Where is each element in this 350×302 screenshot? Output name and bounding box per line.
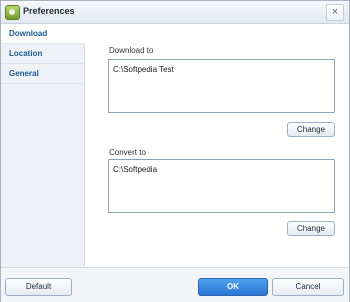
sidebar: Download Location General <box>1 24 85 267</box>
download-path-field[interactable]: C:\Softpedia Test <box>108 59 335 113</box>
download-change-button[interactable]: Change <box>287 122 335 137</box>
title-bar: Preferences × <box>1 1 349 24</box>
sidebar-item-label: Download <box>9 29 48 38</box>
app-icon <box>5 5 20 20</box>
convert-path-field[interactable]: C:\Softpedia <box>108 159 335 213</box>
sidebar-item-location[interactable]: Location <box>1 44 84 64</box>
ok-button[interactable]: OK <box>198 278 268 296</box>
convert-change-button[interactable]: Change <box>287 221 335 236</box>
close-button[interactable]: × <box>326 4 344 21</box>
default-button[interactable]: Default <box>5 278 72 296</box>
cancel-button[interactable]: Cancel <box>272 278 344 296</box>
sidebar-item-download[interactable]: Download <box>1 24 85 44</box>
sidebar-item-label: General <box>9 69 39 78</box>
dialog-footer: Default OK Cancel <box>1 267 349 302</box>
sidebar-item-general[interactable]: General <box>1 64 84 84</box>
preferences-window: Preferences × Download Location General … <box>0 0 350 302</box>
convert-to-label: Convert to <box>109 148 146 157</box>
window-title: Preferences <box>23 6 75 16</box>
close-icon: × <box>331 6 339 18</box>
download-settings-panel: Download to C:\Softpedia Test Change Con… <box>85 24 349 267</box>
sidebar-item-label: Location <box>9 49 43 58</box>
download-to-label: Download to <box>109 46 154 55</box>
